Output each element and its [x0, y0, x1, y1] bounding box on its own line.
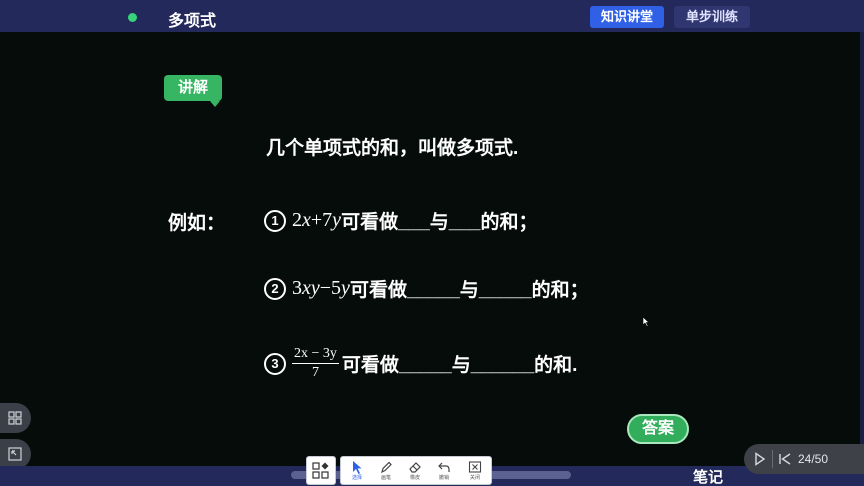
select-tool[interactable]: 选择 [343, 458, 371, 485]
pen-tool[interactable]: 画笔 [372, 458, 400, 485]
first-page-icon[interactable] [778, 452, 792, 466]
item-number: 1 [264, 209, 286, 232]
fraction-numerator: 2x − 3y [292, 346, 339, 364]
item-text: 可看做_____与_____的和； [349, 280, 589, 301]
grid-icon [8, 411, 22, 425]
shapes-grid-icon [312, 462, 329, 479]
page-navigator: 24/50 [744, 444, 864, 474]
fraction-denominator: 7 [311, 365, 319, 380]
tool-label: 橡皮 [409, 475, 420, 481]
undo-icon [438, 462, 450, 472]
close-tool[interactable]: 关闭 [461, 458, 489, 485]
pen-icon [381, 461, 392, 474]
tool-label: 画笔 [380, 475, 391, 481]
tab-step-training[interactable]: 单步训练 [674, 6, 750, 28]
expression: 3xy−5y [292, 277, 350, 299]
item-text: 可看做_____与______的和. [341, 355, 578, 376]
item-number: 3 [264, 352, 286, 375]
tab-knowledge-lecture[interactable]: 知识讲堂 [590, 6, 664, 28]
status-dot-icon [128, 13, 137, 22]
mouse-pointer-icon [643, 317, 650, 327]
tool-menu-button[interactable] [306, 456, 336, 485]
fraction-expression: 2x − 3y 7 [292, 346, 339, 381]
item-text: 可看做___与___的和； [341, 212, 538, 233]
divider [772, 450, 773, 468]
example-label: 例如： [168, 213, 226, 234]
expression: 2x+7y [292, 209, 342, 231]
play-icon[interactable] [754, 452, 766, 466]
apps-grid-button[interactable] [0, 403, 31, 433]
undo-tool[interactable]: 撤销 [430, 458, 458, 485]
example-item-3: 3 2x − 3y 7 可看做_____与______的和. [264, 346, 577, 381]
example-item-1: 1 2x+7y 可看做___与___的和； [264, 207, 537, 234]
tool-label: 选择 [351, 475, 362, 481]
page-counter: 24/50 [798, 452, 829, 466]
example-item-2: 2 3xy−5y 可看做_____与_____的和； [264, 275, 589, 302]
blackboard [0, 32, 862, 466]
page-title: 多项式 [168, 13, 217, 30]
eraser-icon [409, 462, 421, 473]
drawing-toolbar: 选择 画笔 橡皮 撤销 关闭 [340, 456, 492, 485]
expand-icon [8, 447, 22, 461]
top-bar: 多项式 知识讲堂 单步训练 [0, 0, 864, 32]
close-box-icon [468, 461, 482, 473]
expand-button[interactable] [0, 439, 31, 469]
tool-label: 关闭 [469, 475, 480, 481]
answer-button[interactable]: 答案 [627, 414, 689, 444]
arrow-cursor-icon [353, 461, 362, 474]
definition-text: 几个单项式的和，叫做多项式. [266, 138, 519, 159]
notes-button[interactable]: 笔记 [693, 466, 723, 486]
item-number: 2 [264, 277, 286, 300]
tool-label: 撤销 [438, 475, 449, 481]
explanation-tag: 讲解 [164, 75, 222, 107]
eraser-tool[interactable]: 橡皮 [401, 458, 429, 485]
